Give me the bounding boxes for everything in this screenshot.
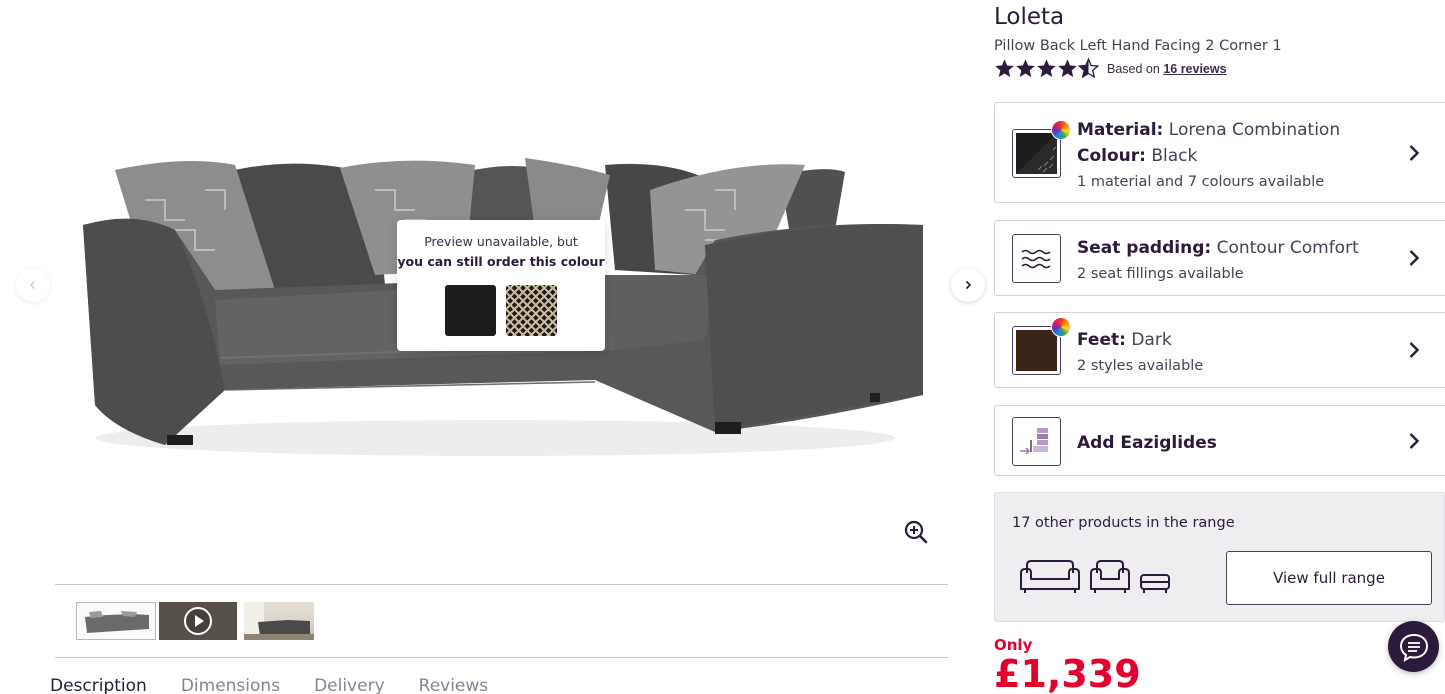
reviews-summary: Based on 16 reviews [1107,62,1227,76]
colour-wheel-icon [1051,120,1071,140]
material-line: Material: Lorena Combination [1077,117,1340,143]
fabric-swatch-icon [1012,120,1071,178]
play-icon [184,607,212,635]
half-star-icon [1078,58,1099,79]
feet-key: Feet: [1077,330,1126,350]
feet-line: Feet: Dark [1077,327,1203,353]
armchair-icon [1090,560,1130,593]
range-icons [1019,559,1171,595]
seat-padding-icon [1012,234,1061,283]
previous-image-button[interactable] [16,268,50,302]
tab-dimensions[interactable]: Dimensions [181,676,280,694]
tabs-divider [55,657,948,658]
chevron-right-icon [965,280,972,290]
seat-padding-value: Contour Comfort [1216,238,1359,258]
room-thumbnail-image [244,602,314,640]
chevron-right-icon [1409,250,1420,266]
colour-wheel-icon [1051,317,1071,337]
sofa-thumbnail-image [85,611,149,633]
wave-lines-icon [1021,249,1051,269]
eaziglides-icon [1012,417,1061,466]
seat-padding-key: Seat padding: [1077,238,1212,258]
product-subtitle: Pillow Back Left Hand Facing 2 Corner 1 [994,38,1282,54]
tab-reviews[interactable]: Reviews [419,676,489,694]
zoom-button[interactable] [903,519,929,549]
preview-message: Preview unavailable, but [424,234,578,249]
product-gallery: Preview unavailable, but you can still o… [0,0,985,694]
thumbnail-video[interactable] [159,602,237,640]
feet-value: Dark [1131,330,1172,350]
chevron-right-icon [1409,144,1420,161]
eaziglides-line: Add Eaziglides [1077,430,1217,456]
star-rating [994,58,1099,79]
tab-delivery[interactable]: Delivery [314,676,385,694]
material-value: Lorena Combination [1168,120,1341,140]
star-icon [1016,59,1035,77]
colour-key: Colour: [1077,146,1146,166]
chevron-right-icon [1409,432,1420,449]
material-availability: 1 material and 7 colours available [1077,174,1325,190]
sofa-icon [1020,560,1080,593]
reviews-link[interactable]: 16 reviews [1163,62,1226,76]
glide-furniture-icon [1020,428,1048,455]
preview-swatches [397,285,605,336]
range-count: 17 other products in the range [1012,515,1235,531]
black-fabric-swatch [445,285,496,336]
eaziglides-option-card[interactable]: Add Eaziglides [994,405,1445,476]
star-icon [995,59,1014,77]
product-rating: Based on 16 reviews [994,58,1227,79]
view-full-range-button[interactable]: View full range [1226,551,1432,605]
star-icon [1037,59,1056,77]
product-title: Loleta [994,4,1065,30]
chevron-left-icon [30,281,35,289]
feet-option-card[interactable]: Feet: Dark 2 styles available [994,312,1445,388]
chat-button[interactable] [1388,621,1439,672]
range-section: 17 other products in the range View full… [994,492,1445,622]
tab-description[interactable]: Description [50,676,147,694]
seat-padding-option-card[interactable]: Seat padding: Contour Comfort 2 seat fil… [994,220,1445,296]
material-option-card[interactable]: Material: Lorena Combination Colour: Bla… [994,102,1445,203]
seat-padding-line: Seat padding: Contour Comfort [1077,235,1359,261]
thumbnail-strip [76,602,314,640]
product-tabs: Description Dimensions Delivery Reviews [50,676,522,694]
footstool-icon [1140,574,1170,593]
eaziglides-label: Add Eaziglides [1077,433,1217,453]
material-key: Material: [1077,120,1164,140]
star-icon [1058,59,1077,77]
price-value: £1,339 [994,652,1141,694]
colour-value: Black [1151,146,1198,166]
preview-unavailable-popup: Preview unavailable, but you can still o… [397,220,605,351]
preview-message-bold: you can still order this colour [397,254,605,269]
thumbnail-sofa[interactable] [76,602,156,640]
seat-padding-availability: 2 seat fillings available [1077,266,1244,282]
next-image-button[interactable] [951,268,985,302]
patterned-fabric-swatch [506,285,557,336]
gallery-divider [55,584,948,585]
thumbnail-room[interactable] [244,602,314,640]
feet-swatch-icon [1012,317,1071,375]
feet-availability: 2 styles available [1077,358,1204,374]
reviews-prefix: Based on [1107,61,1160,76]
zoom-in-icon [904,520,928,544]
chevron-right-icon [1409,342,1420,358]
chat-icon [1399,633,1428,662]
colour-line: Colour: Black [1077,143,1340,169]
